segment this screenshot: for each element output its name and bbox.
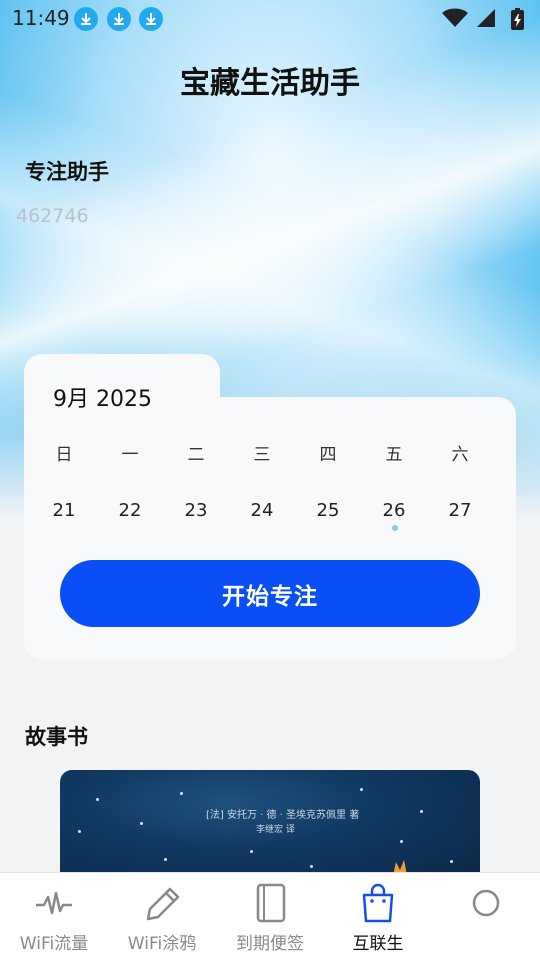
date-cell[interactable]: 23: [162, 500, 230, 521]
shopping-bag-icon: [362, 883, 394, 923]
download-icon: [139, 7, 163, 31]
star-decoration: [96, 798, 99, 801]
weekday-thu: 四: [319, 445, 337, 465]
status-bar: 11:49: [0, 0, 540, 38]
star-decoration: [180, 792, 183, 795]
focus-section-title: 专注助手: [25, 160, 109, 184]
date-cell-today[interactable]: 26: [360, 500, 428, 521]
star-decoration: [164, 858, 167, 861]
weekday-sun: 日: [55, 445, 73, 465]
star-decoration: [360, 788, 363, 791]
pulse-icon: [36, 891, 72, 915]
tab-profile[interactable]: [432, 873, 540, 961]
signal-icon: [477, 9, 495, 27]
status-time: 11:49: [12, 6, 70, 30]
focus-number: 462746: [16, 205, 89, 227]
tab-label: WiFi涂鸦: [127, 934, 197, 954]
user-icon: [472, 889, 500, 917]
weekday-tue: 二: [187, 445, 205, 465]
start-focus-button[interactable]: 开始专注: [60, 560, 480, 627]
date-cell[interactable]: 25: [294, 500, 362, 521]
date-cell[interactable]: 27: [426, 500, 494, 521]
star-decoration: [250, 850, 253, 853]
weekday-wed: 三: [253, 445, 271, 465]
date-cell[interactable]: 21: [30, 500, 98, 521]
star-decoration: [400, 840, 403, 843]
book-translator-line: 李继宏 译: [256, 825, 295, 835]
tab-expiry-notes[interactable]: 到期便签: [216, 873, 324, 961]
star-decoration: [310, 865, 313, 868]
wifi-icon: [442, 8, 468, 27]
book-cover-card[interactable]: [法] 安托万 · 德 · 圣埃克苏佩里 著 李继宏 译: [60, 770, 480, 880]
pencil-icon: [146, 887, 180, 921]
calendar-month-label[interactable]: 9月 2025: [53, 381, 152, 413]
download-icon: [107, 7, 131, 31]
tab-wifi-traffic[interactable]: WiFi流量: [0, 873, 108, 961]
bottom-tab-bar: WiFi流量 WiFi涂鸦 到期便签 互联生: [0, 872, 540, 961]
tab-label: 互联生: [352, 934, 404, 954]
note-icon: [256, 883, 286, 923]
story-section-title: 故事书: [25, 725, 88, 749]
today-indicator-dot: [392, 525, 398, 531]
book-author-line: [法] 安托万 · 德 · 圣埃克苏佩里 著: [206, 810, 360, 821]
tab-connected-life[interactable]: 互联生: [324, 873, 432, 961]
weekday-fri: 五: [385, 445, 403, 465]
weekday-mon: 一: [121, 445, 139, 465]
star-decoration: [78, 830, 81, 833]
app-title: 宝藏生活助手: [180, 66, 360, 101]
star-decoration: [420, 810, 423, 813]
star-decoration: [140, 822, 143, 825]
battery-charging-icon: [511, 8, 524, 30]
tab-label: 到期便签: [236, 934, 304, 954]
weekday-sat: 六: [451, 445, 469, 465]
download-icon: [74, 7, 98, 31]
tab-label: WiFi流量: [19, 934, 89, 954]
date-cell[interactable]: 24: [228, 500, 296, 521]
date-cell[interactable]: 22: [96, 500, 164, 521]
star-decoration: [450, 860, 453, 863]
tab-wifi-doodle[interactable]: WiFi涂鸦: [108, 873, 216, 961]
